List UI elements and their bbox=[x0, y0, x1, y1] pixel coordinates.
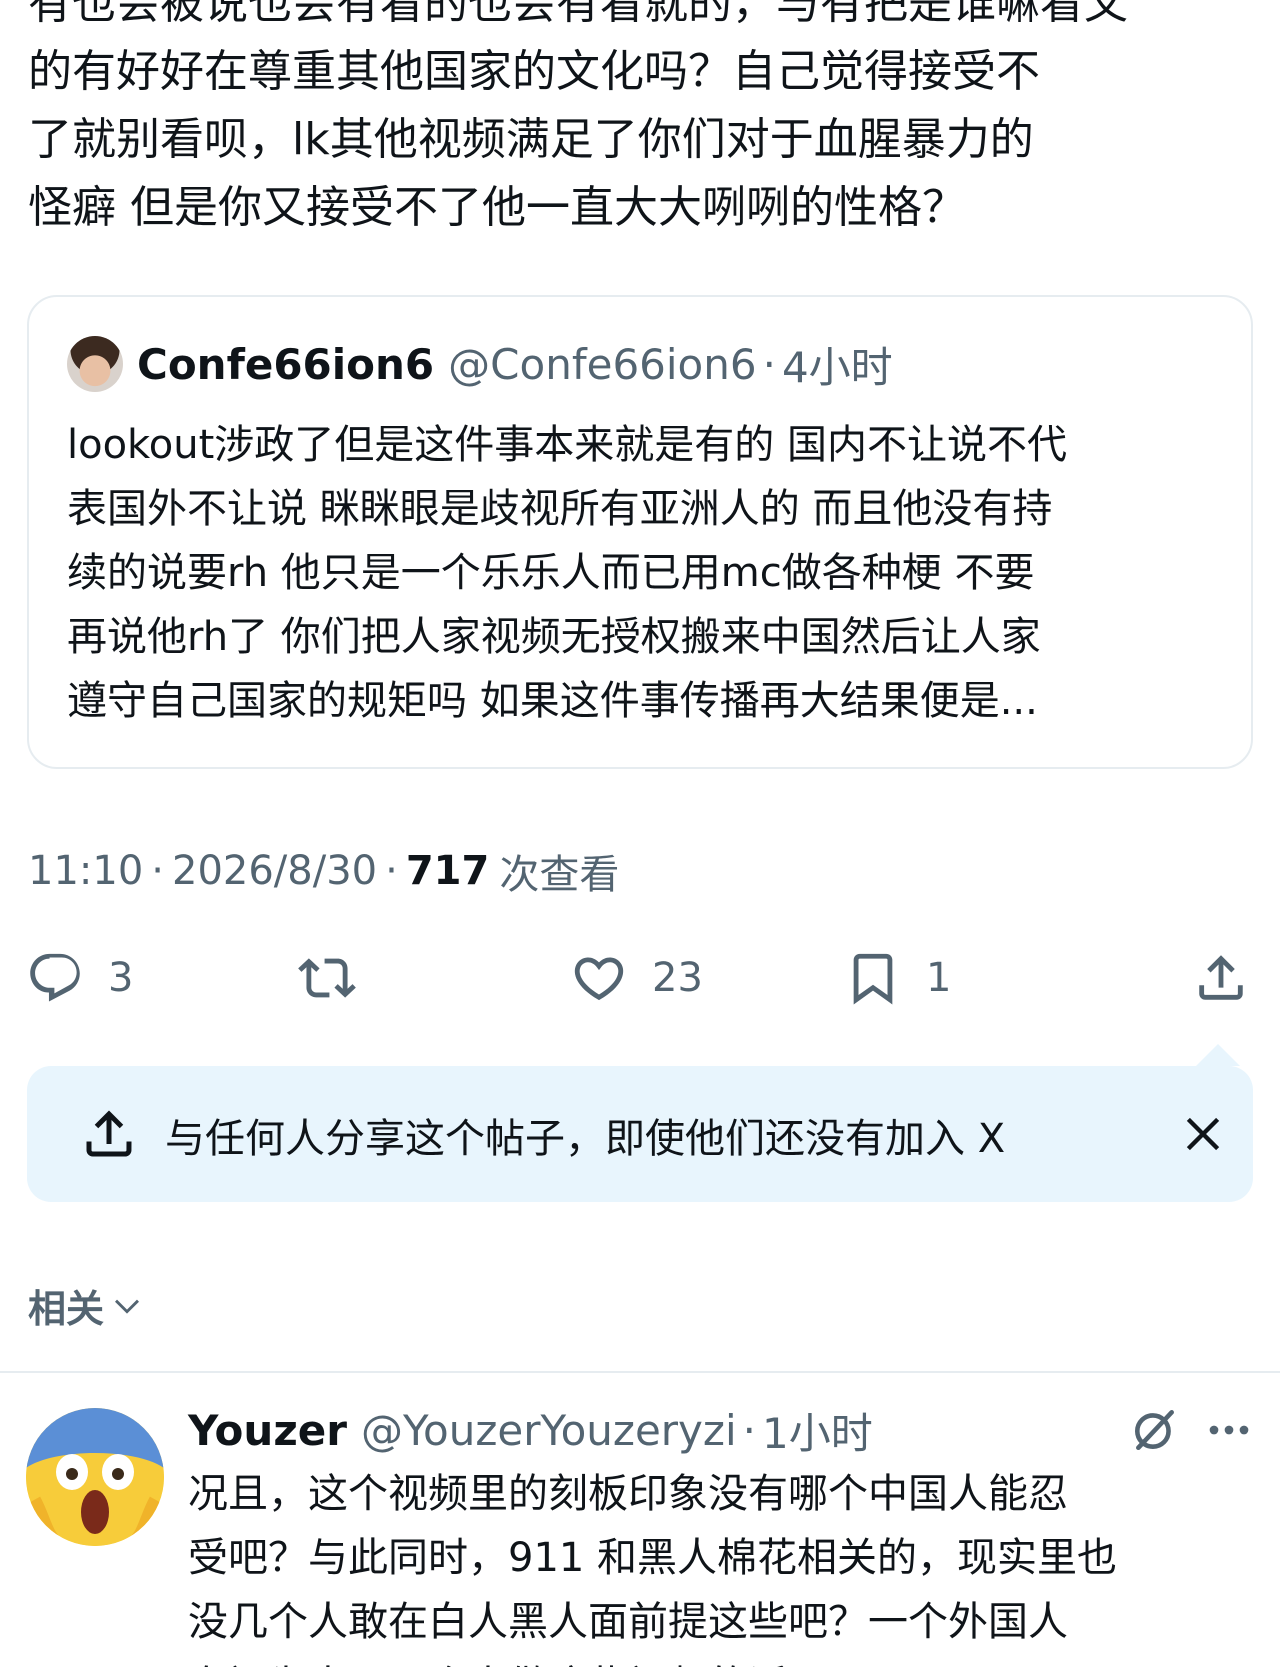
post-time[interactable]: 11:10 bbox=[28, 848, 143, 894]
views-label: 次查看 bbox=[499, 852, 620, 898]
separator-dot: · bbox=[742, 1406, 756, 1455]
post-date[interactable]: 2026/8/30 bbox=[172, 848, 377, 894]
reply-count: 3 bbox=[108, 955, 134, 1001]
avatar[interactable] bbox=[26, 1408, 164, 1546]
reply-time[interactable]: 1小时 bbox=[762, 1400, 873, 1461]
related-toggle[interactable]: 相关 bbox=[28, 1278, 144, 1333]
divider bbox=[0, 1371, 1280, 1373]
quoted-post-text: lookout涉政了但是这件事本来就是有的 国内不让说不代 表国外不让说 眯眯眼… bbox=[67, 422, 1068, 724]
quoted-author-name[interactable]: Confe66ion6 bbox=[137, 340, 434, 389]
screaming-face-icon bbox=[26, 1408, 164, 1546]
more-icon[interactable] bbox=[1204, 1410, 1254, 1450]
separator-dot: · bbox=[151, 848, 164, 894]
separator-dot: · bbox=[762, 339, 776, 389]
avatar[interactable] bbox=[67, 336, 123, 392]
repost-button[interactable] bbox=[298, 948, 356, 1008]
related-label: 相关 bbox=[28, 1287, 105, 1331]
share-icon bbox=[86, 1110, 132, 1157]
share-prompt-text: 与任何人分享这个帖子，即使他们还没有加入 X bbox=[165, 1116, 1006, 1162]
bookmark-icon bbox=[853, 953, 893, 1005]
grok-icon[interactable] bbox=[1130, 1404, 1180, 1454]
bookmark-button[interactable]: 1 bbox=[844, 948, 951, 1008]
reply-text: 况且，这个视频里的刻板印象没有哪个中国人能忍 受吧？与此同时，911 和黑人棉花… bbox=[188, 1471, 1118, 1667]
quoted-post-time[interactable]: 4小时 bbox=[782, 334, 893, 395]
share-button[interactable] bbox=[1192, 948, 1250, 1008]
reply-author-name[interactable]: Youzer bbox=[188, 1406, 347, 1455]
banner-pointer bbox=[1196, 1044, 1240, 1066]
views-count: 717 bbox=[405, 848, 490, 894]
close-icon[interactable] bbox=[1177, 1108, 1229, 1160]
post-meta: 11:10 · 2026/8/30 · 717 次查看 bbox=[28, 842, 619, 900]
heart-icon bbox=[574, 957, 624, 1001]
quoted-post-card[interactable]: Confe66ion6 @Confe66ion6 · 4小时 lookout涉政… bbox=[27, 295, 1253, 769]
like-button[interactable]: 23 bbox=[570, 948, 703, 1008]
bookmark-count: 1 bbox=[926, 955, 952, 1001]
post-text: 有也会被说也会有看的也会有看就的，与有把是谁嘛看文 的有好好在尊重其他国家的文化… bbox=[28, 0, 1128, 233]
share-prompt-banner[interactable]: 与任何人分享这个帖子，即使他们还没有加入 X bbox=[27, 1066, 1253, 1202]
repost-icon bbox=[298, 958, 356, 998]
reply-author-handle[interactable]: @YouzerYouzeryzi bbox=[361, 1406, 737, 1455]
quoted-author-handle[interactable]: @Confe66ion6 bbox=[448, 340, 756, 389]
reply-icon bbox=[30, 953, 80, 1002]
quoted-post-header: Confe66ion6 @Confe66ion6 · 4小时 bbox=[67, 335, 893, 393]
separator-dot: · bbox=[385, 848, 398, 894]
reply-button[interactable]: 3 bbox=[26, 948, 133, 1008]
chevron-down-icon bbox=[115, 1299, 140, 1314]
action-bar: 3 23 1 bbox=[0, 948, 1280, 1008]
tweet-detail-page: 有也会被说也会有看的也会有看就的，与有把是谁嘛看文 的有好好在尊重其他国家的文化… bbox=[0, 0, 1280, 1667]
share-icon bbox=[1199, 955, 1243, 1000]
reply-header: Youzer @YouzerYouzeryzi · 1小时 bbox=[188, 1400, 873, 1461]
like-count: 23 bbox=[652, 955, 703, 1001]
